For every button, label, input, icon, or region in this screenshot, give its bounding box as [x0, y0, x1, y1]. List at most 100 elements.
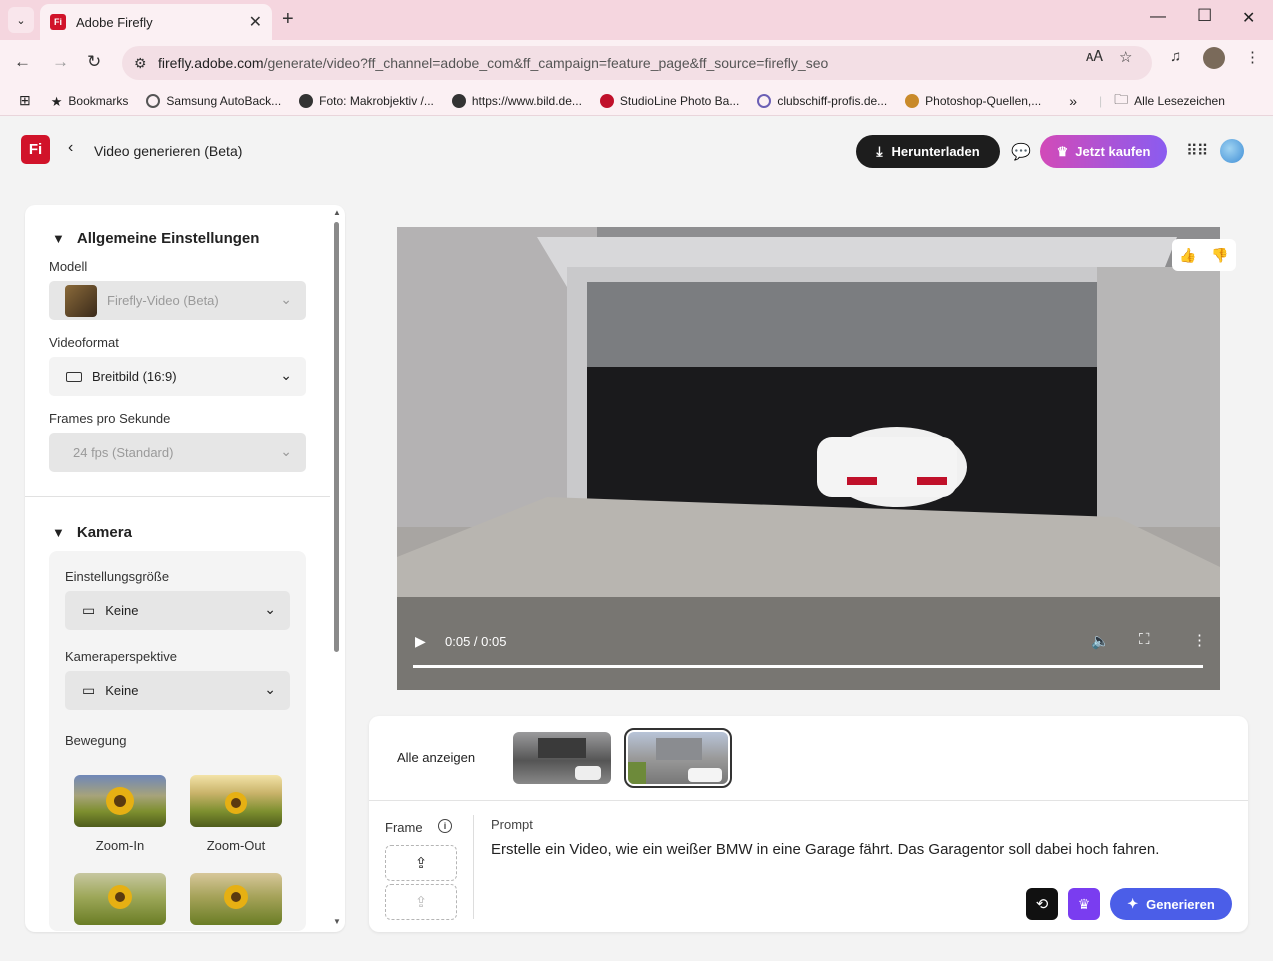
- studioline-icon: [599, 93, 614, 108]
- thumbs-up-icon[interactable]: 👍: [1179, 247, 1196, 264]
- show-all-link[interactable]: Alle anzeigen: [397, 750, 475, 765]
- garage-image: [628, 738, 722, 784]
- model-thumbnail: [65, 284, 97, 317]
- new-tab-icon[interactable]: +: [282, 8, 294, 31]
- bookmark-item[interactable]: clubschiff-profis.de...: [757, 93, 887, 108]
- minimize-icon[interactable]: —: [1150, 8, 1166, 26]
- frame-prompt-divider: [473, 815, 474, 919]
- motion-thumbnail[interactable]: [190, 873, 282, 925]
- sunflower-image: [224, 885, 248, 909]
- bookmarks-bar: ⊞ ★ Bookmarks Samsung AutoBack... Foto: M…: [0, 86, 1273, 116]
- shot-size-label: Einstellungsgröße: [65, 569, 170, 584]
- feedback-box: 👍 👎: [1172, 239, 1236, 271]
- chevron-down-icon: ⌄: [280, 443, 292, 459]
- site-info-icon[interactable]: ⚙: [134, 55, 154, 72]
- upload-icon: ⇪: [414, 894, 428, 911]
- widescreen-icon: [66, 371, 82, 382]
- all-bookmarks-folder[interactable]: 🗀 Alle Lesezeichen: [1114, 89, 1225, 113]
- address-bar-row: ← → ↻ ⚙ firefly.adobe.com/generate/video…: [0, 40, 1273, 86]
- settings-scrollbar[interactable]: [334, 222, 339, 652]
- browser-menu-icon[interactable]: ⋮: [1245, 48, 1260, 66]
- video-thumbnail-selected[interactable]: [624, 728, 732, 788]
- video-menu-icon[interactable]: ⋮: [1192, 631, 1207, 649]
- globe-icon: [299, 93, 314, 108]
- profile-avatar[interactable]: [1203, 47, 1225, 69]
- download-button[interactable]: ⤓ Herunterladen: [856, 135, 1000, 168]
- frame-label: Frame: [385, 820, 423, 835]
- apps-grid-icon[interactable]: ⠿⠿: [1186, 141, 1208, 161]
- video-time: 0:05 / 0:05: [445, 634, 507, 649]
- bookmark-star-icon[interactable]: ☆: [1119, 48, 1132, 66]
- camera-angle-select[interactable]: ▭ Keine ⌄: [65, 671, 290, 710]
- model-select[interactable]: Firefly-Video (Beta) ⌄: [49, 281, 306, 320]
- club-icon: [757, 93, 772, 108]
- upload-last-frame[interactable]: ⇪: [385, 884, 457, 920]
- buy-now-button[interactable]: ♛ Jetzt kaufen: [1040, 135, 1167, 168]
- sunflower-image: [108, 885, 132, 909]
- bookmark-item[interactable]: ★ Bookmarks: [50, 93, 129, 109]
- scroll-down-arrow[interactable]: ▼: [333, 917, 341, 926]
- chevron-down-icon: ⌄: [280, 367, 292, 383]
- format-select[interactable]: Breitbild (16:9) ⌄: [49, 357, 306, 396]
- page-title: Video generieren (Beta): [94, 143, 243, 159]
- upload-first-frame[interactable]: ⇪: [385, 845, 457, 881]
- scroll-up-arrow[interactable]: ▲: [333, 208, 341, 217]
- bookmark-item[interactable]: Foto: Makrobjektiv /...: [299, 93, 434, 108]
- zoom-out-thumbnail[interactable]: [190, 775, 282, 827]
- fullscreen-icon[interactable]: ⛶: [1139, 631, 1150, 648]
- video-thumbnail[interactable]: [513, 732, 611, 784]
- more-bookmarks-icon[interactable]: »: [1069, 93, 1077, 109]
- prompt-input[interactable]: Erstelle ein Video, wie ein weißer BMW i…: [491, 841, 1159, 858]
- app-header: Fi ‹ Video generieren (Beta) ⤓ Herunterl…: [0, 117, 1273, 181]
- user-avatar[interactable]: [1220, 139, 1244, 163]
- media-control-icon[interactable]: ♫: [1170, 48, 1181, 65]
- volume-icon[interactable]: 🔈: [1091, 632, 1110, 650]
- chevron-down-icon: ⌄: [280, 291, 292, 307]
- samsung-icon: [146, 93, 161, 108]
- general-settings-header[interactable]: ▼ Allgemeine Einstellungen: [52, 230, 259, 247]
- zoom-out-label: Zoom-Out: [206, 838, 266, 853]
- garage-image: [538, 738, 601, 780]
- info-icon[interactable]: i: [438, 819, 452, 833]
- back-chevron-icon[interactable]: ‹: [68, 139, 73, 157]
- camera-icon: ▭: [82, 602, 96, 618]
- bookmark-item[interactable]: Photoshop-Quellen,...: [905, 93, 1041, 108]
- reload-icon[interactable]: ↻: [87, 52, 101, 72]
- upload-icon: ⇪: [414, 855, 428, 872]
- firefly-logo[interactable]: Fi: [21, 135, 50, 164]
- play-icon[interactable]: ▶: [415, 633, 426, 650]
- browser-tab[interactable]: Fi Adobe Firefly ✕: [40, 4, 272, 40]
- generate-button[interactable]: ✦ Generieren: [1110, 888, 1232, 920]
- thumbs-down-icon[interactable]: 👎: [1211, 247, 1228, 264]
- tab-search-button[interactable]: ⌄: [8, 7, 34, 33]
- url-input[interactable]: ⚙ firefly.adobe.com/generate/video?ff_ch…: [122, 46, 1152, 80]
- bookmark-divider: |: [1099, 93, 1103, 108]
- motion-thumbnail[interactable]: [74, 873, 166, 925]
- star-icon: ★: [50, 93, 63, 109]
- fps-select[interactable]: 24 fps (Standard) ⌄: [49, 433, 306, 472]
- translate-icon[interactable]: 🗚: [1086, 48, 1103, 65]
- sunflower-image: [106, 787, 134, 815]
- maximize-icon[interactable]: ☐: [1197, 6, 1212, 26]
- camera-angle-label: Kameraperspektive: [65, 649, 177, 664]
- browser-tab-bar: ⌄ Fi Adobe Firefly ✕ + — ☐ ✕: [0, 0, 1273, 40]
- apps-grid-icon[interactable]: ⊞: [19, 92, 31, 109]
- folder-icon: 🗀: [1114, 90, 1129, 107]
- history-button[interactable]: ⟲: [1026, 888, 1058, 920]
- generate-icon: ✦: [1127, 896, 1139, 911]
- zoom-in-thumbnail[interactable]: [74, 775, 166, 827]
- shot-size-select[interactable]: ▭ Keine ⌄: [65, 591, 290, 630]
- bookmark-item[interactable]: https://www.bild.de...: [451, 93, 582, 108]
- close-tab-icon[interactable]: ✕: [249, 12, 262, 32]
- bookmark-item[interactable]: Samsung AutoBack...: [146, 93, 281, 108]
- forward-icon[interactable]: →: [52, 52, 69, 72]
- close-window-icon[interactable]: ✕: [1242, 8, 1255, 28]
- premium-button[interactable]: ♛: [1068, 888, 1100, 920]
- back-icon[interactable]: ←: [14, 52, 31, 72]
- camera-section-header[interactable]: ▼ Kamera: [52, 524, 132, 541]
- bookmark-item[interactable]: StudioLine Photo Ba...: [599, 93, 739, 108]
- video-player[interactable]: ▶ 0:05 / 0:05 🔈 ⛶ ⋮: [397, 227, 1220, 690]
- chevron-down-icon: ▼: [52, 231, 65, 246]
- feedback-chat-icon[interactable]: 💬: [1011, 142, 1031, 162]
- globe-icon: [451, 93, 466, 108]
